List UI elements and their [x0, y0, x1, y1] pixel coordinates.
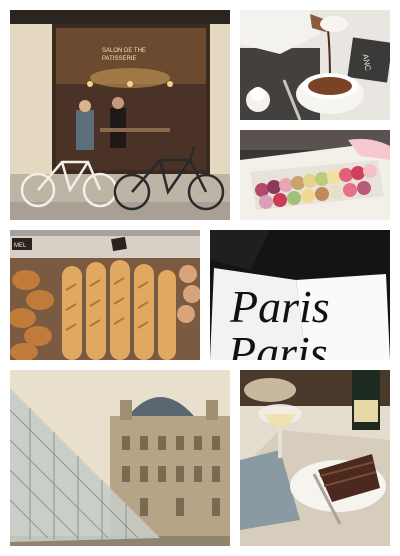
hot-chocolate-photo: ANC	[240, 10, 390, 120]
magazine-title-line1: Paris	[229, 281, 330, 332]
chocolate-cake-photo	[240, 370, 390, 546]
window-sign-line1: SALON DE THE	[102, 48, 146, 54]
bakery-display-photo: MEL	[10, 230, 200, 360]
cafe-storefront-photo: SALON DE THE PATISSERIE	[10, 10, 230, 220]
macarons-photo	[240, 130, 390, 220]
louvre-photo	[10, 370, 230, 546]
paris-magazine-photo: Paris Paris	[210, 230, 390, 360]
magazine-title-line2: Paris	[227, 327, 328, 360]
window-sign-line2: PATISSERIE	[102, 56, 136, 62]
price-tag-text: MEL	[14, 243, 27, 249]
